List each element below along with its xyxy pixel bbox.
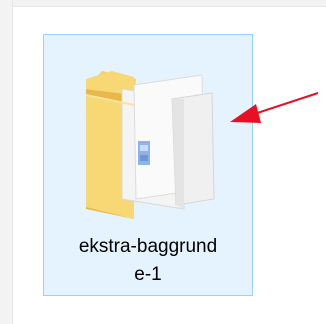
folder-name-line-1: ekstra-baggrund (78, 236, 218, 257)
window-left-edge (0, 0, 13, 324)
folder-item[interactable]: ekstra-baggrund e-1 (43, 34, 253, 296)
folder-name-line-2: e-1 (134, 264, 162, 285)
window-top-edge (0, 0, 326, 7)
folder-name: ekstra-baggrund e-1 (44, 233, 252, 289)
folder-icon (85, 71, 215, 219)
